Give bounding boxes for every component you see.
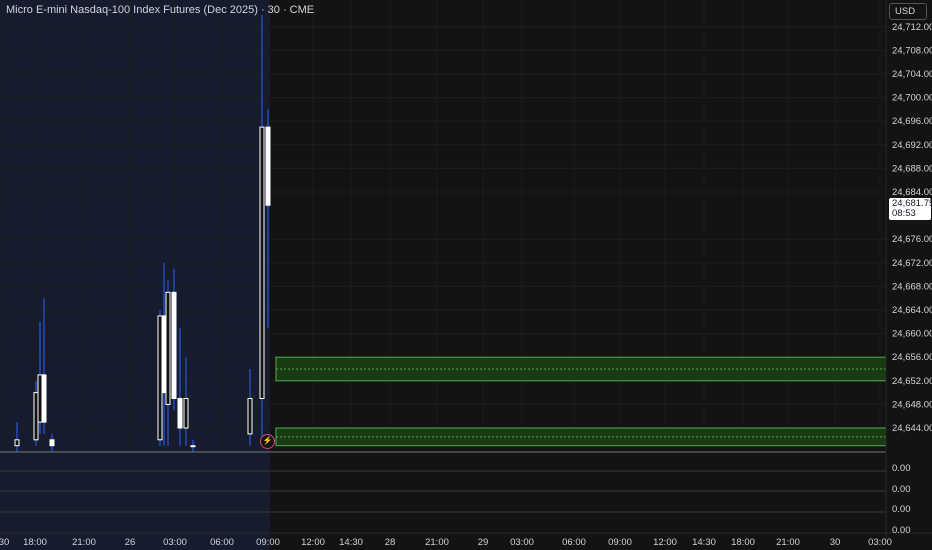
time-tick-label: 06:00	[562, 537, 586, 548]
time-tick-label: 03:00	[163, 537, 187, 548]
price-tick-label: 24,696.00	[892, 116, 932, 127]
price-tick-label: 24,664.00	[892, 305, 932, 316]
price-tick-label: 24,712.00	[892, 22, 932, 33]
time-tick-label: 09:00	[608, 537, 632, 548]
session-shade	[0, 0, 270, 550]
price-tick-label: 24,668.00	[892, 281, 932, 292]
bar-countdown: 08:53	[892, 208, 916, 219]
time-tick-label: 21:00	[425, 537, 449, 548]
chart-canvas[interactable]: 24,712.00 24,708.00 24,704.00 24,700.00 24,6…	[0, 0, 932, 550]
time-tick-label: 09:00	[256, 537, 280, 548]
price-tick-label: 24,688.00	[892, 163, 932, 174]
candle-body	[41, 374, 47, 423]
time-tick-label: 14:30	[339, 537, 363, 548]
candle-body	[177, 398, 183, 429]
candle-body	[49, 439, 55, 447]
time-tick-label: 06:00	[210, 537, 234, 548]
candle-body	[247, 398, 253, 435]
indicator-value-1: 0.00	[892, 463, 911, 474]
current-price-tag: 24,681.75 08:53	[889, 198, 932, 220]
price-tick-label: 24,684.00	[892, 187, 932, 198]
candle-body	[37, 374, 43, 423]
time-tick-label: 18:00	[23, 537, 47, 548]
time-tick-label: 26	[125, 537, 136, 548]
candle-body	[165, 291, 171, 405]
candle-body	[265, 126, 271, 206]
time-tick-label: 29	[478, 537, 489, 548]
price-tick-label: 24,644.00	[892, 423, 932, 434]
time-tick-label: 30	[830, 537, 841, 548]
price-tick-label: 24,708.00	[892, 45, 932, 56]
candle-body	[161, 315, 167, 394]
price-tick-label: 24,656.00	[892, 352, 932, 363]
price-tick-label: 24,660.00	[892, 329, 932, 340]
candle-body	[190, 445, 196, 448]
chart-area[interactable]: 24,712.00 24,708.00 24,704.00 24,700.00 24,6…	[0, 0, 932, 550]
candle-body	[171, 291, 177, 399]
alert-icon[interactable]: ⚡	[260, 434, 275, 449]
time-tick-label: 30	[0, 537, 9, 548]
time-tick-label: 03:00	[868, 537, 892, 548]
indicator-value-2: 0.00	[892, 484, 911, 495]
time-tick-label: 12:00	[653, 537, 677, 548]
candle-body	[157, 315, 163, 441]
symbol-title[interactable]: Micro E-mini Nasdaq-100 Index Futures (D…	[6, 4, 314, 16]
time-tick-label: 12:00	[301, 537, 325, 548]
price-tick-label: 24,700.00	[892, 93, 932, 104]
candle-body	[183, 398, 189, 429]
indicator-value-4: 0.00	[892, 525, 911, 536]
candle-body	[259, 126, 265, 399]
indicator-value-3: 0.00	[892, 504, 911, 515]
price-tick-label: 24,648.00	[892, 399, 932, 410]
time-tick-label: 21:00	[776, 537, 800, 548]
price-tick-label: 24,704.00	[892, 69, 932, 80]
price-tick-label: 24,676.00	[892, 234, 932, 245]
time-tick-label: 28	[385, 537, 396, 548]
time-tick-label: 03:00	[510, 537, 534, 548]
price-tick-label: 24,692.00	[892, 140, 932, 151]
currency-selector[interactable]: USD	[889, 3, 927, 20]
price-tick-label: 24,672.00	[892, 258, 932, 269]
time-tick-label: 14:30	[692, 537, 716, 548]
candle-body	[14, 439, 20, 447]
time-tick-label: 21:00	[72, 537, 96, 548]
price-tick-label: 24,652.00	[892, 376, 932, 387]
candle-body	[33, 392, 39, 441]
time-tick-label: 18:00	[731, 537, 755, 548]
